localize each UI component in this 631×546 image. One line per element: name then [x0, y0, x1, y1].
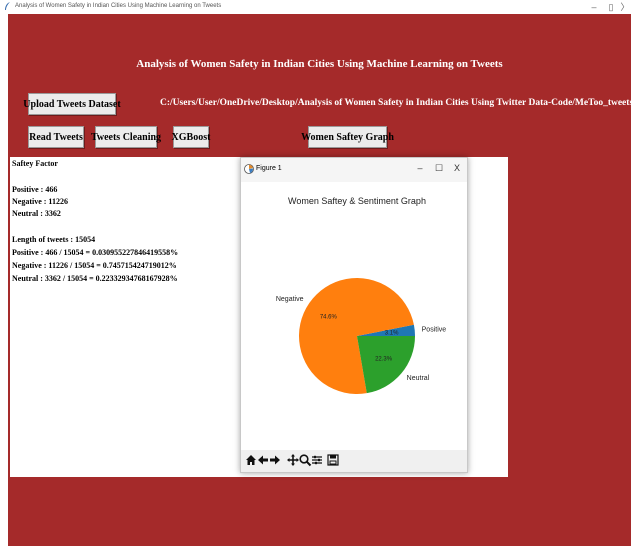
read-tweets-button[interactable]: Read Tweets: [28, 126, 84, 148]
figure-window[interactable]: Figure 1 – ☐ X Women Saftey & Sentiment …: [240, 157, 468, 473]
feather-icon: [5, 2, 10, 10]
matplotlib-icon: [244, 164, 254, 174]
figure-title: Figure 1: [256, 165, 282, 172]
pie-percent-label: 22.3%: [375, 356, 393, 362]
xgboost-button[interactable]: XGBoost: [172, 126, 210, 148]
save-icon[interactable]: [326, 453, 340, 467]
pie-slice-neutral: [357, 336, 415, 394]
close-button[interactable]: 〉: [618, 1, 631, 13]
upload-tweets-dataset-button[interactable]: Upload Tweets Dataset: [23, 93, 121, 115]
file-path-label: C:/Users/User/OneDrive/Desktop/Analysis …: [160, 98, 631, 108]
figure-maximize-button[interactable]: ☐: [432, 163, 446, 174]
figure-minimize-button[interactable]: –: [413, 163, 427, 173]
chart-title: Women Saftey & Sentiment Graph: [288, 196, 426, 206]
output-line: Length of tweets : 15054: [12, 235, 96, 244]
women-saftey-graph-button[interactable]: Women Saftey Graph: [301, 126, 394, 148]
tweets-cleaning-button[interactable]: Tweets Cleaning: [91, 126, 161, 148]
maximize-button[interactable]: ▯: [604, 1, 618, 13]
minimize-button[interactable]: –: [587, 1, 601, 13]
figure-titlebar[interactable]: Figure 1 – ☐ X: [241, 158, 467, 182]
pie-percent-label: 74.6%: [320, 314, 338, 320]
window-title: Analysis of Women Safety in Indian Citie…: [15, 3, 222, 9]
pie-category-label: Positive: [422, 327, 447, 334]
app-heading: Analysis of Women Safety in Indian Citie…: [136, 58, 503, 70]
output-line: Neutral : 3362: [12, 209, 61, 218]
figure-close-button[interactable]: X: [450, 163, 464, 173]
output-line: Positive : 466: [12, 185, 58, 194]
pie-category-label: Neutral: [407, 375, 430, 382]
output-line: Negative : 11226: [12, 197, 68, 206]
output-line: Negative : 11226 / 15054 = 0.74571542471…: [12, 261, 177, 270]
pie-percent-label: 3.1%: [385, 331, 399, 337]
pie-chart: Women Saftey & Sentiment Graph 3.1% Posit…: [276, 196, 447, 394]
configure-subplots-icon[interactable]: [310, 453, 324, 467]
pie-category-label: Negative: [276, 296, 304, 303]
output-line: Positive : 466 / 15054 = 0.0309552278464…: [12, 248, 179, 257]
figure-toolbar: [241, 450, 467, 472]
window-titlebar: Analysis of Women Safety in Indian Citie…: [0, 0, 631, 14]
forward-arrow-icon[interactable]: [268, 453, 282, 467]
output-line: Neutral : 3362 / 15054 = 0.2233293476816…: [12, 274, 178, 283]
output-line: Saftey Factor: [12, 159, 58, 168]
figure-canvas: Women Saftey & Sentiment Graph 3.1% Posit…: [241, 182, 467, 450]
